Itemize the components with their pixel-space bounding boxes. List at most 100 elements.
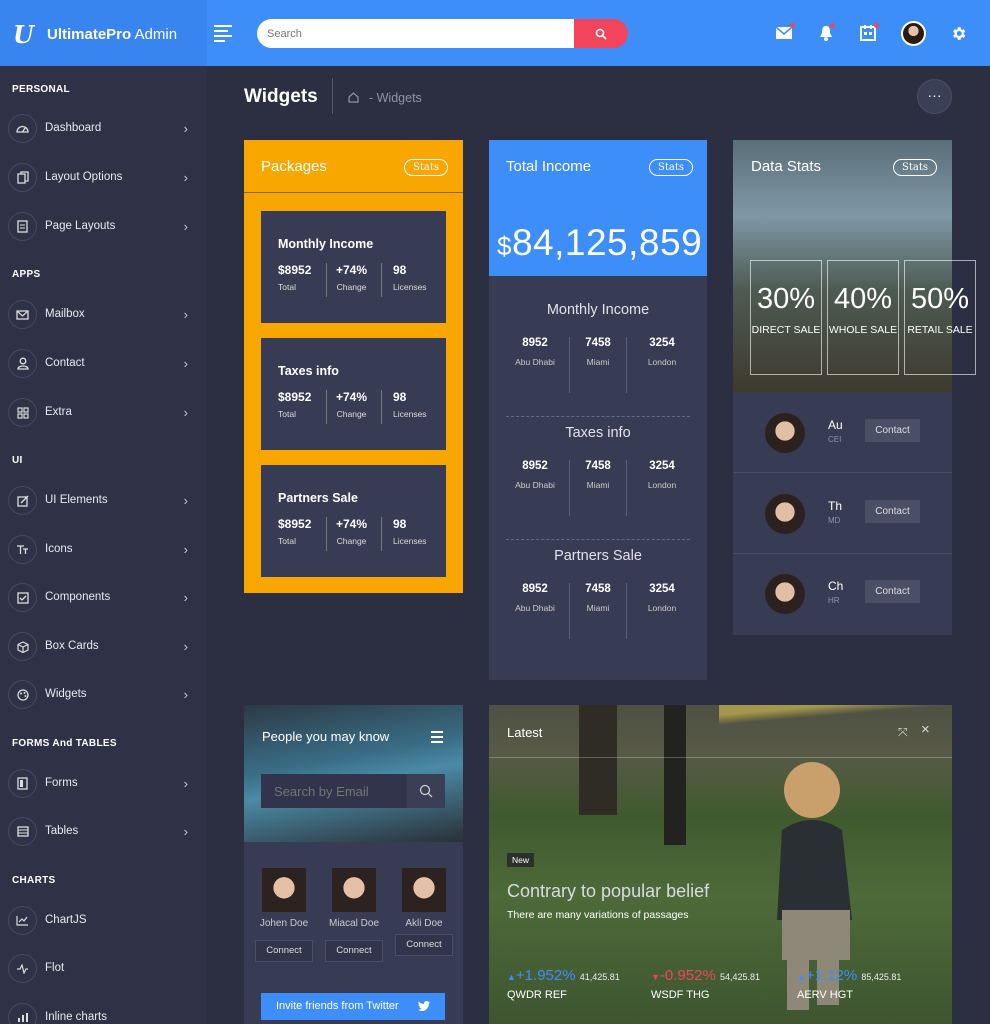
sidebar-item-label: Inline charts bbox=[45, 1011, 108, 1023]
sidebar-item-label: Dashboard bbox=[45, 122, 102, 134]
sidebar-item-dashboard[interactable]: Dashboard › bbox=[8, 114, 198, 144]
sidebar-item-icons[interactable]: Icons › bbox=[8, 535, 198, 565]
chevron-right-icon: › bbox=[183, 542, 188, 557]
chevron-right-icon: › bbox=[183, 776, 188, 791]
sidebar-item-label: Contact bbox=[45, 357, 85, 369]
sidebar-item-page-layouts[interactable]: Page Layouts › bbox=[8, 212, 198, 242]
email-search-input[interactable] bbox=[261, 774, 407, 808]
avatar bbox=[402, 868, 446, 912]
palette-icon bbox=[8, 680, 37, 709]
sidebar-section-apps: APPS bbox=[12, 269, 41, 280]
sidebar-item-contact[interactable]: Contact › bbox=[8, 349, 198, 379]
chevron-right-icon: › bbox=[183, 219, 188, 234]
stat-licenses: 98 Licenses bbox=[393, 263, 427, 292]
user-avatar[interactable] bbox=[901, 21, 926, 46]
connect-button[interactable]: Connect bbox=[325, 940, 383, 962]
package-card: Partners Sale $8952 Total +74% Change 98 Li… bbox=[261, 465, 446, 577]
menu-icon[interactable] bbox=[431, 731, 443, 746]
contact-button[interactable]: Contact bbox=[865, 500, 920, 523]
bar-chart-icon bbox=[8, 1003, 37, 1024]
stat-total: $8952 Total bbox=[278, 390, 312, 419]
stat-change: +74% Change bbox=[336, 263, 368, 292]
menu-toggle-icon[interactable] bbox=[214, 25, 232, 42]
logo-area[interactable]: U UltimatePro Admin bbox=[0, 0, 207, 66]
widget-title: Latest bbox=[507, 725, 543, 740]
total-income-widget: Total Income Stats $84,125,859 Monthly I… bbox=[489, 140, 707, 680]
stats-badge[interactable]: Stats bbox=[404, 159, 448, 176]
sidebar-item-layout-options[interactable]: Layout Options › bbox=[8, 163, 198, 193]
stat-change: +74% Change bbox=[336, 517, 368, 546]
person-name: Johen Doe bbox=[259, 918, 309, 929]
sidebar-item-tables[interactable]: Tables › bbox=[8, 817, 198, 847]
list-item: Ch HR Contact bbox=[733, 554, 952, 634]
close-icon[interactable]: × bbox=[921, 721, 930, 738]
stat-col: 3254 London bbox=[647, 337, 677, 367]
expand-icon[interactable]: ⤧ bbox=[898, 725, 908, 740]
connect-button[interactable]: Connect bbox=[255, 940, 313, 962]
bell-icon[interactable] bbox=[817, 23, 835, 42]
stat-col: 3254 London bbox=[647, 583, 677, 613]
section-title: Taxes info bbox=[565, 425, 631, 441]
sidebar-item-forms[interactable]: Forms › bbox=[8, 769, 198, 799]
chevron-right-icon: › bbox=[183, 687, 188, 702]
sidebar-item-label: Box Cards bbox=[45, 640, 99, 652]
mail-icon[interactable] bbox=[775, 23, 795, 42]
avatar bbox=[332, 868, 376, 912]
chevron-right-icon: › bbox=[183, 307, 188, 322]
edit-icon bbox=[8, 486, 37, 515]
more-options-button[interactable]: ··· bbox=[917, 79, 952, 114]
email-search-button[interactable] bbox=[407, 774, 445, 808]
packages-widget: Packages Stats Monthly Income $8952 Total… bbox=[244, 140, 463, 593]
stats-badge[interactable]: Stats bbox=[893, 159, 937, 176]
card-title: Monthly Income bbox=[278, 237, 374, 251]
search-input[interactable] bbox=[257, 19, 575, 48]
person-role: HR bbox=[828, 596, 840, 605]
stat-box: 30% DIRECT SALE bbox=[750, 260, 822, 375]
person-role: MD bbox=[828, 516, 841, 525]
contact-button[interactable]: Contact bbox=[865, 419, 920, 442]
sidebar-item-ui-elements[interactable]: UI Elements › bbox=[8, 486, 198, 516]
sidebar-item-widgets[interactable]: Widgets › bbox=[8, 680, 198, 710]
person-card: Johen Doe Connect bbox=[254, 868, 314, 962]
invite-twitter-button[interactable]: Invite friends from Twitter bbox=[261, 993, 445, 1020]
title-divider bbox=[332, 78, 333, 114]
connect-button[interactable]: Connect bbox=[395, 934, 453, 956]
sidebar-item-label: Page Layouts bbox=[45, 220, 116, 232]
widget-title: Total Income bbox=[506, 158, 592, 175]
sidebar-item-mailbox[interactable]: Mailbox › bbox=[8, 300, 198, 330]
search-button[interactable] bbox=[574, 19, 628, 48]
people-widget: People you may know Johen Doe Connect Mi… bbox=[244, 705, 463, 1024]
home-icon[interactable] bbox=[348, 92, 359, 106]
sidebar-item-extra[interactable]: Extra › bbox=[8, 398, 198, 428]
list-item: Th MD Contact bbox=[733, 474, 952, 554]
person-card: Akli Doe Connect bbox=[394, 868, 454, 956]
sidebar-item-label: ChartJS bbox=[45, 914, 87, 926]
page-title: Widgets bbox=[244, 86, 318, 107]
dashed-divider bbox=[506, 539, 690, 540]
sidebar-item-label: Layout Options bbox=[45, 171, 123, 183]
chevron-right-icon: › bbox=[183, 170, 188, 185]
mail-icon bbox=[8, 300, 37, 329]
text-icon bbox=[8, 535, 37, 564]
sidebar-item-label: Widgets bbox=[45, 688, 87, 700]
sidebar-section-ui: UI bbox=[12, 455, 23, 466]
sidebar-item-components[interactable]: Components › bbox=[8, 583, 198, 613]
sidebar-item-box-cards[interactable]: Box Cards › bbox=[8, 632, 198, 662]
person-name: Ch bbox=[828, 579, 844, 593]
stat-col: 3254 London bbox=[647, 460, 677, 490]
widget-title: People you may know bbox=[262, 729, 390, 744]
sidebar-item-inline-charts[interactable]: Inline charts bbox=[8, 1003, 198, 1024]
dashboard-gauge-icon bbox=[8, 114, 37, 143]
ticker-change: ▲+1.12% 85,425.81 bbox=[797, 967, 902, 984]
tape-band bbox=[719, 705, 952, 735]
tree-trunk bbox=[579, 705, 617, 815]
calendar-icon[interactable] bbox=[859, 23, 879, 42]
contact-button[interactable]: Contact bbox=[865, 580, 920, 603]
stat-total: $8952 Total bbox=[278, 263, 312, 292]
income-amount: $84,125,859 bbox=[497, 222, 703, 263]
sidebar-item-flot[interactable]: Flot bbox=[8, 954, 198, 984]
layout-copy-icon bbox=[8, 163, 37, 192]
stats-badge[interactable]: Stats bbox=[649, 159, 693, 176]
sidebar-item-chartjs[interactable]: ChartJS bbox=[8, 906, 198, 936]
gear-icon[interactable] bbox=[949, 24, 967, 42]
